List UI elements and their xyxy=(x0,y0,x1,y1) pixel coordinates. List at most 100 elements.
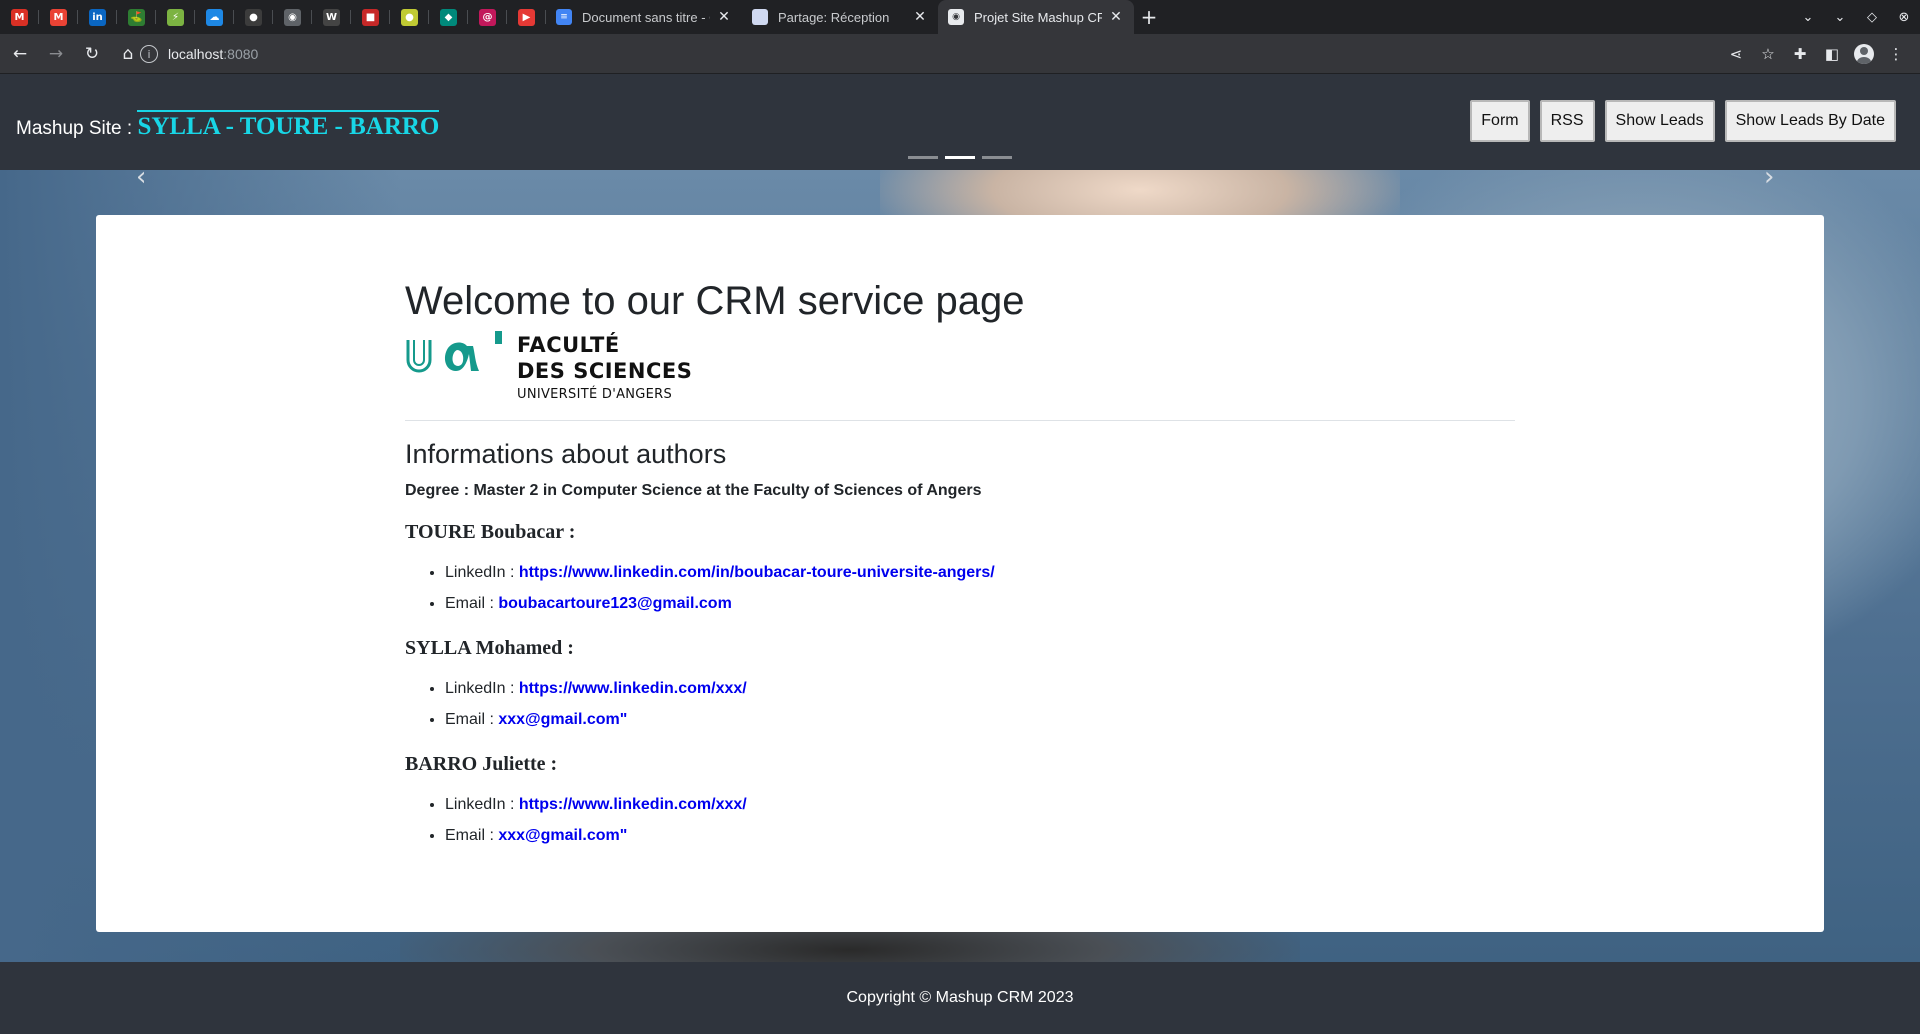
pinned-tab[interactable]: ⚡ xyxy=(156,0,195,34)
tab-search-icon[interactable]: ⌄ xyxy=(1792,10,1824,25)
list-item: LinkedIn : https://www.linkedin.com/in/b… xyxy=(445,564,1515,582)
list-item: Email : xxx@gmail.com" xyxy=(445,827,1515,845)
list-item: LinkedIn : https://www.linkedin.com/xxx/ xyxy=(445,796,1515,814)
author-name: TOURE Boubacar : xyxy=(405,521,576,543)
authors-heading: Informations about authors xyxy=(405,439,727,469)
pinned-tab[interactable]: M xyxy=(39,0,78,34)
teal-app-icon: ◆ xyxy=(440,8,457,26)
github-icon: ● xyxy=(245,8,262,26)
pinned-tab[interactable]: ◉ xyxy=(273,0,312,34)
browser-tab-strip: M Min ⛳ ⚡ ☁ ● ◉ W ■ ● ◆ @ ▶ ≡ Document sans titre - … xyxy=(0,0,1920,34)
pinned-tab[interactable]: ◆ xyxy=(429,0,468,34)
pinned-tab[interactable]: M xyxy=(0,0,39,34)
main-content: Welcome to our CRM service page FACULTÉ … xyxy=(405,279,1515,858)
mail-page-icon xyxy=(752,9,768,25)
tab-title: Partage: Réception xyxy=(778,9,890,25)
show-leads-button[interactable]: Show Leads xyxy=(1604,100,1715,142)
site-brand[interactable]: Mashup Site : SYLLA - TOURE - BARRO xyxy=(16,110,440,141)
pinned-tab[interactable]: ☁ xyxy=(195,0,234,34)
carousel-next-icon[interactable]: › xyxy=(1764,170,1774,192)
tab-projet-site-mashup-crm[interactable]: ◉ Projet Site Mashup CRM ✕ xyxy=(938,0,1134,34)
youtube-icon: ▶ xyxy=(518,8,535,26)
carousel-prev-icon[interactable]: ‹ xyxy=(136,170,146,192)
carousel-indicator[interactable] xyxy=(982,156,1012,159)
pinned-tabs: M Min ⛳ ⚡ ☁ ● ◉ W ■ ● ◆ @ ▶ xyxy=(0,0,546,34)
author-name: BARRO Juliette : xyxy=(405,753,558,775)
pinned-tab[interactable]: W xyxy=(312,0,351,34)
menu-icon[interactable]: ⋮ xyxy=(1880,45,1912,63)
pinned-tab[interactable]: ● xyxy=(390,0,429,34)
carousel-indicator-active[interactable] xyxy=(945,156,975,159)
site-header: Mashup Site : SYLLA - TOURE - BARRO Form… xyxy=(0,74,1920,170)
profile-avatar[interactable] xyxy=(1854,44,1874,64)
degree-text: Degree : Master 2 in Computer Science at… xyxy=(405,482,982,499)
green-app-icon: ⛳ xyxy=(128,8,145,26)
window-controls: ⌄ ⌄ ◇ ⊗ xyxy=(1792,0,1920,34)
toolbar-actions: ⋖ ☆ ✚ ◧ ⋮ xyxy=(1720,38,1912,70)
tab-title: Document sans titre - Google xyxy=(582,9,710,25)
close-icon[interactable]: ✕ xyxy=(912,9,928,25)
list-item: Email : boubacartoure123@gmail.com xyxy=(445,595,1515,613)
brand-prefix: Mashup Site : xyxy=(16,118,138,139)
maximize-icon[interactable]: ◇ xyxy=(1856,10,1888,25)
gmail-icon: M xyxy=(50,8,67,26)
email-link[interactable]: xxx@gmail.com" xyxy=(498,711,627,728)
linkedin-link[interactable]: https://www.linkedin.com/xxx/ xyxy=(519,680,747,697)
url-text: localhost:8080 xyxy=(168,46,259,62)
close-window-icon[interactable]: ⊗ xyxy=(1888,10,1920,25)
author-links: LinkedIn : https://www.linkedin.com/in/b… xyxy=(405,564,1515,613)
close-icon[interactable]: ✕ xyxy=(716,9,732,25)
site-footer: Copyright © Mashup CRM 2023 xyxy=(0,962,1920,1034)
copyright-text: Copyright © Mashup CRM 2023 xyxy=(846,989,1074,1006)
reload-icon[interactable]: ↻ xyxy=(76,38,108,70)
logo-text: FACULTÉ DES SCIENCES UNIVERSITÉ D'ANGERS xyxy=(517,333,693,402)
divider xyxy=(405,420,1515,421)
brand-authors: SYLLA - TOURE - BARRO xyxy=(137,110,440,141)
back-icon[interactable]: ← xyxy=(4,38,36,70)
page-title: Welcome to our CRM service page xyxy=(405,279,1025,323)
ua-logo-mark-icon xyxy=(406,331,502,373)
tab-title: Projet Site Mashup CRM xyxy=(974,9,1102,25)
globe-icon: ◉ xyxy=(948,9,964,25)
site-info-icon[interactable]: i xyxy=(140,45,158,63)
leaf-icon: ⚡ xyxy=(167,8,184,26)
pinned-tab[interactable]: @ xyxy=(468,0,507,34)
university-logo: FACULTÉ DES SCIENCES UNIVERSITÉ D'ANGERS xyxy=(405,330,1515,406)
form-button[interactable]: Form xyxy=(1470,100,1530,142)
minimize-icon[interactable]: ⌄ xyxy=(1824,10,1856,25)
show-leads-by-date-button[interactable]: Show Leads By Date xyxy=(1724,100,1896,142)
list-item: LinkedIn : https://www.linkedin.com/xxx/ xyxy=(445,680,1515,698)
linkedin-link[interactable]: https://www.linkedin.com/xxx/ xyxy=(519,796,747,813)
content-card: Welcome to our CRM service page FACULTÉ … xyxy=(96,215,1824,932)
pinned-tab[interactable]: ⛳ xyxy=(117,0,156,34)
extensions-icon[interactable]: ✚ xyxy=(1784,45,1816,63)
globe-icon: ◉ xyxy=(284,8,301,26)
pinned-tab[interactable]: ● xyxy=(234,0,273,34)
pinned-tab[interactable]: ▶ xyxy=(507,0,546,34)
rss-button[interactable]: RSS xyxy=(1539,100,1595,142)
forward-icon[interactable]: → xyxy=(40,38,72,70)
pinned-tab[interactable]: ■ xyxy=(351,0,390,34)
author-links: LinkedIn : https://www.linkedin.com/xxx/… xyxy=(405,680,1515,729)
linkedin-icon: in xyxy=(89,8,106,26)
close-icon[interactable]: ✕ xyxy=(1108,9,1124,25)
address-bar[interactable]: i localhost:8080 xyxy=(140,40,1750,68)
author-links: LinkedIn : https://www.linkedin.com/xxx/… xyxy=(405,796,1515,845)
bookmark-star-icon[interactable]: ☆ xyxy=(1752,45,1784,63)
google-docs-icon: ≡ xyxy=(556,9,572,25)
cloud-icon: ☁ xyxy=(206,8,223,26)
tab-google-doc[interactable]: ≡ Document sans titre - Google ✕ xyxy=(546,0,742,34)
pinned-tab[interactable]: in xyxy=(78,0,117,34)
new-tab-button[interactable]: + xyxy=(1134,0,1164,34)
tab-partage-reception[interactable]: Partage: Réception ✕ xyxy=(742,0,938,34)
gmail-icon: M xyxy=(11,8,28,26)
email-link[interactable]: xxx@gmail.com" xyxy=(498,827,627,844)
side-panel-icon[interactable]: ◧ xyxy=(1816,45,1848,63)
email-link[interactable]: boubacartoure123@gmail.com xyxy=(498,595,731,612)
linkedin-link[interactable]: https://www.linkedin.com/in/boubacar-tou… xyxy=(519,564,995,581)
lemon-icon: ● xyxy=(401,8,418,26)
debian-icon: @ xyxy=(479,8,496,26)
share-icon[interactable]: ⋖ xyxy=(1720,45,1752,63)
wikipedia-icon: W xyxy=(323,8,340,26)
carousel-indicator[interactable] xyxy=(908,156,938,159)
